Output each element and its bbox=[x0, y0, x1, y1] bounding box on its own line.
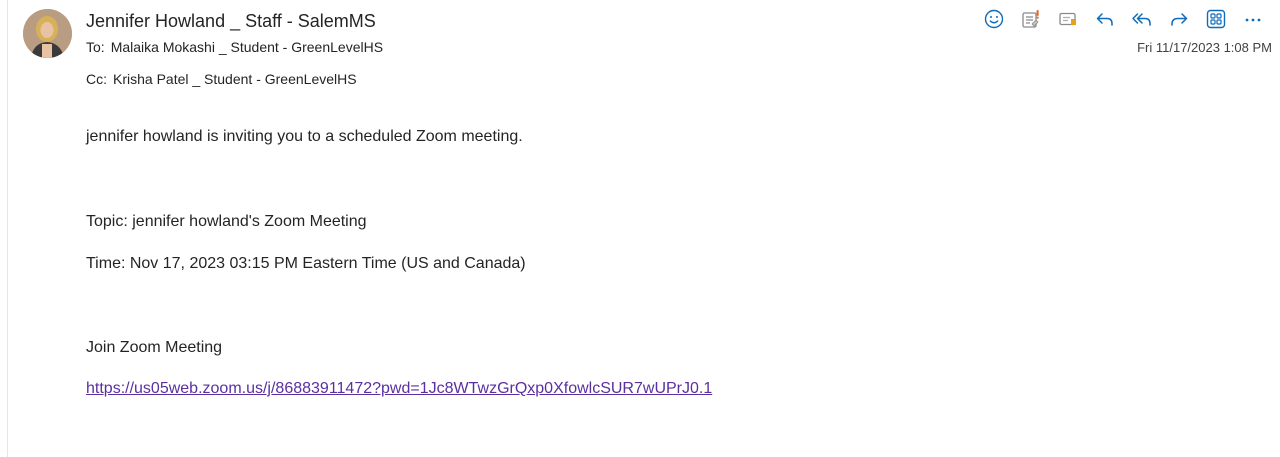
sensitivity-icon bbox=[1022, 10, 1039, 28]
sensitivity-button[interactable] bbox=[1018, 8, 1044, 30]
to-line: To: Malaika Mokashi _ Student - GreenLeve… bbox=[86, 39, 383, 55]
join-heading: Join Zoom Meeting bbox=[86, 339, 223, 356]
zoom-meeting-link[interactable]: https://us05web.zoom.us/j/86883911472?pw… bbox=[86, 380, 712, 398]
to-recipient[interactable]: Malaika Mokashi _ Student - GreenLevelHS bbox=[111, 39, 383, 55]
left-divider bbox=[7, 0, 8, 457]
apps-button[interactable] bbox=[1203, 8, 1229, 30]
meeting-time: Time: Nov 17, 2023 03:15 PM Eastern Time… bbox=[86, 255, 526, 272]
avatar-photo bbox=[23, 9, 72, 58]
reply-icon bbox=[1096, 13, 1113, 26]
reply-all-icon bbox=[1132, 13, 1151, 26]
mark-icon bbox=[1059, 12, 1076, 26]
emoji-button[interactable] bbox=[981, 8, 1007, 30]
more-actions-button[interactable] bbox=[1240, 8, 1266, 30]
reply-all-button[interactable] bbox=[1129, 8, 1155, 30]
forward-icon bbox=[1171, 13, 1188, 26]
sent-date: Fri 11/17/2023 1:08 PM bbox=[1137, 40, 1272, 55]
cc-label: Cc: bbox=[86, 71, 107, 87]
message-toolbar bbox=[981, 8, 1266, 30]
sender-name[interactable]: Jennifer Howland _ Staff - SalemMS bbox=[86, 11, 376, 32]
cc-line: Cc: Krisha Patel _ Student - GreenLevelHS bbox=[86, 71, 357, 87]
avatar[interactable] bbox=[23, 9, 72, 58]
meeting-topic: Topic: jennifer howland's Zoom Meeting bbox=[86, 213, 367, 230]
mark-button[interactable] bbox=[1055, 8, 1081, 30]
apps-icon bbox=[1206, 9, 1226, 29]
forward-button[interactable] bbox=[1166, 8, 1192, 30]
cc-recipient[interactable]: Krisha Patel _ Student - GreenLevelHS bbox=[113, 71, 357, 87]
message-intro: jennifer howland is inviting you to a sc… bbox=[86, 128, 523, 145]
reply-button[interactable] bbox=[1092, 8, 1118, 30]
emoji-icon bbox=[984, 9, 1004, 29]
more-icon bbox=[1245, 18, 1261, 22]
to-label: To: bbox=[86, 39, 105, 55]
